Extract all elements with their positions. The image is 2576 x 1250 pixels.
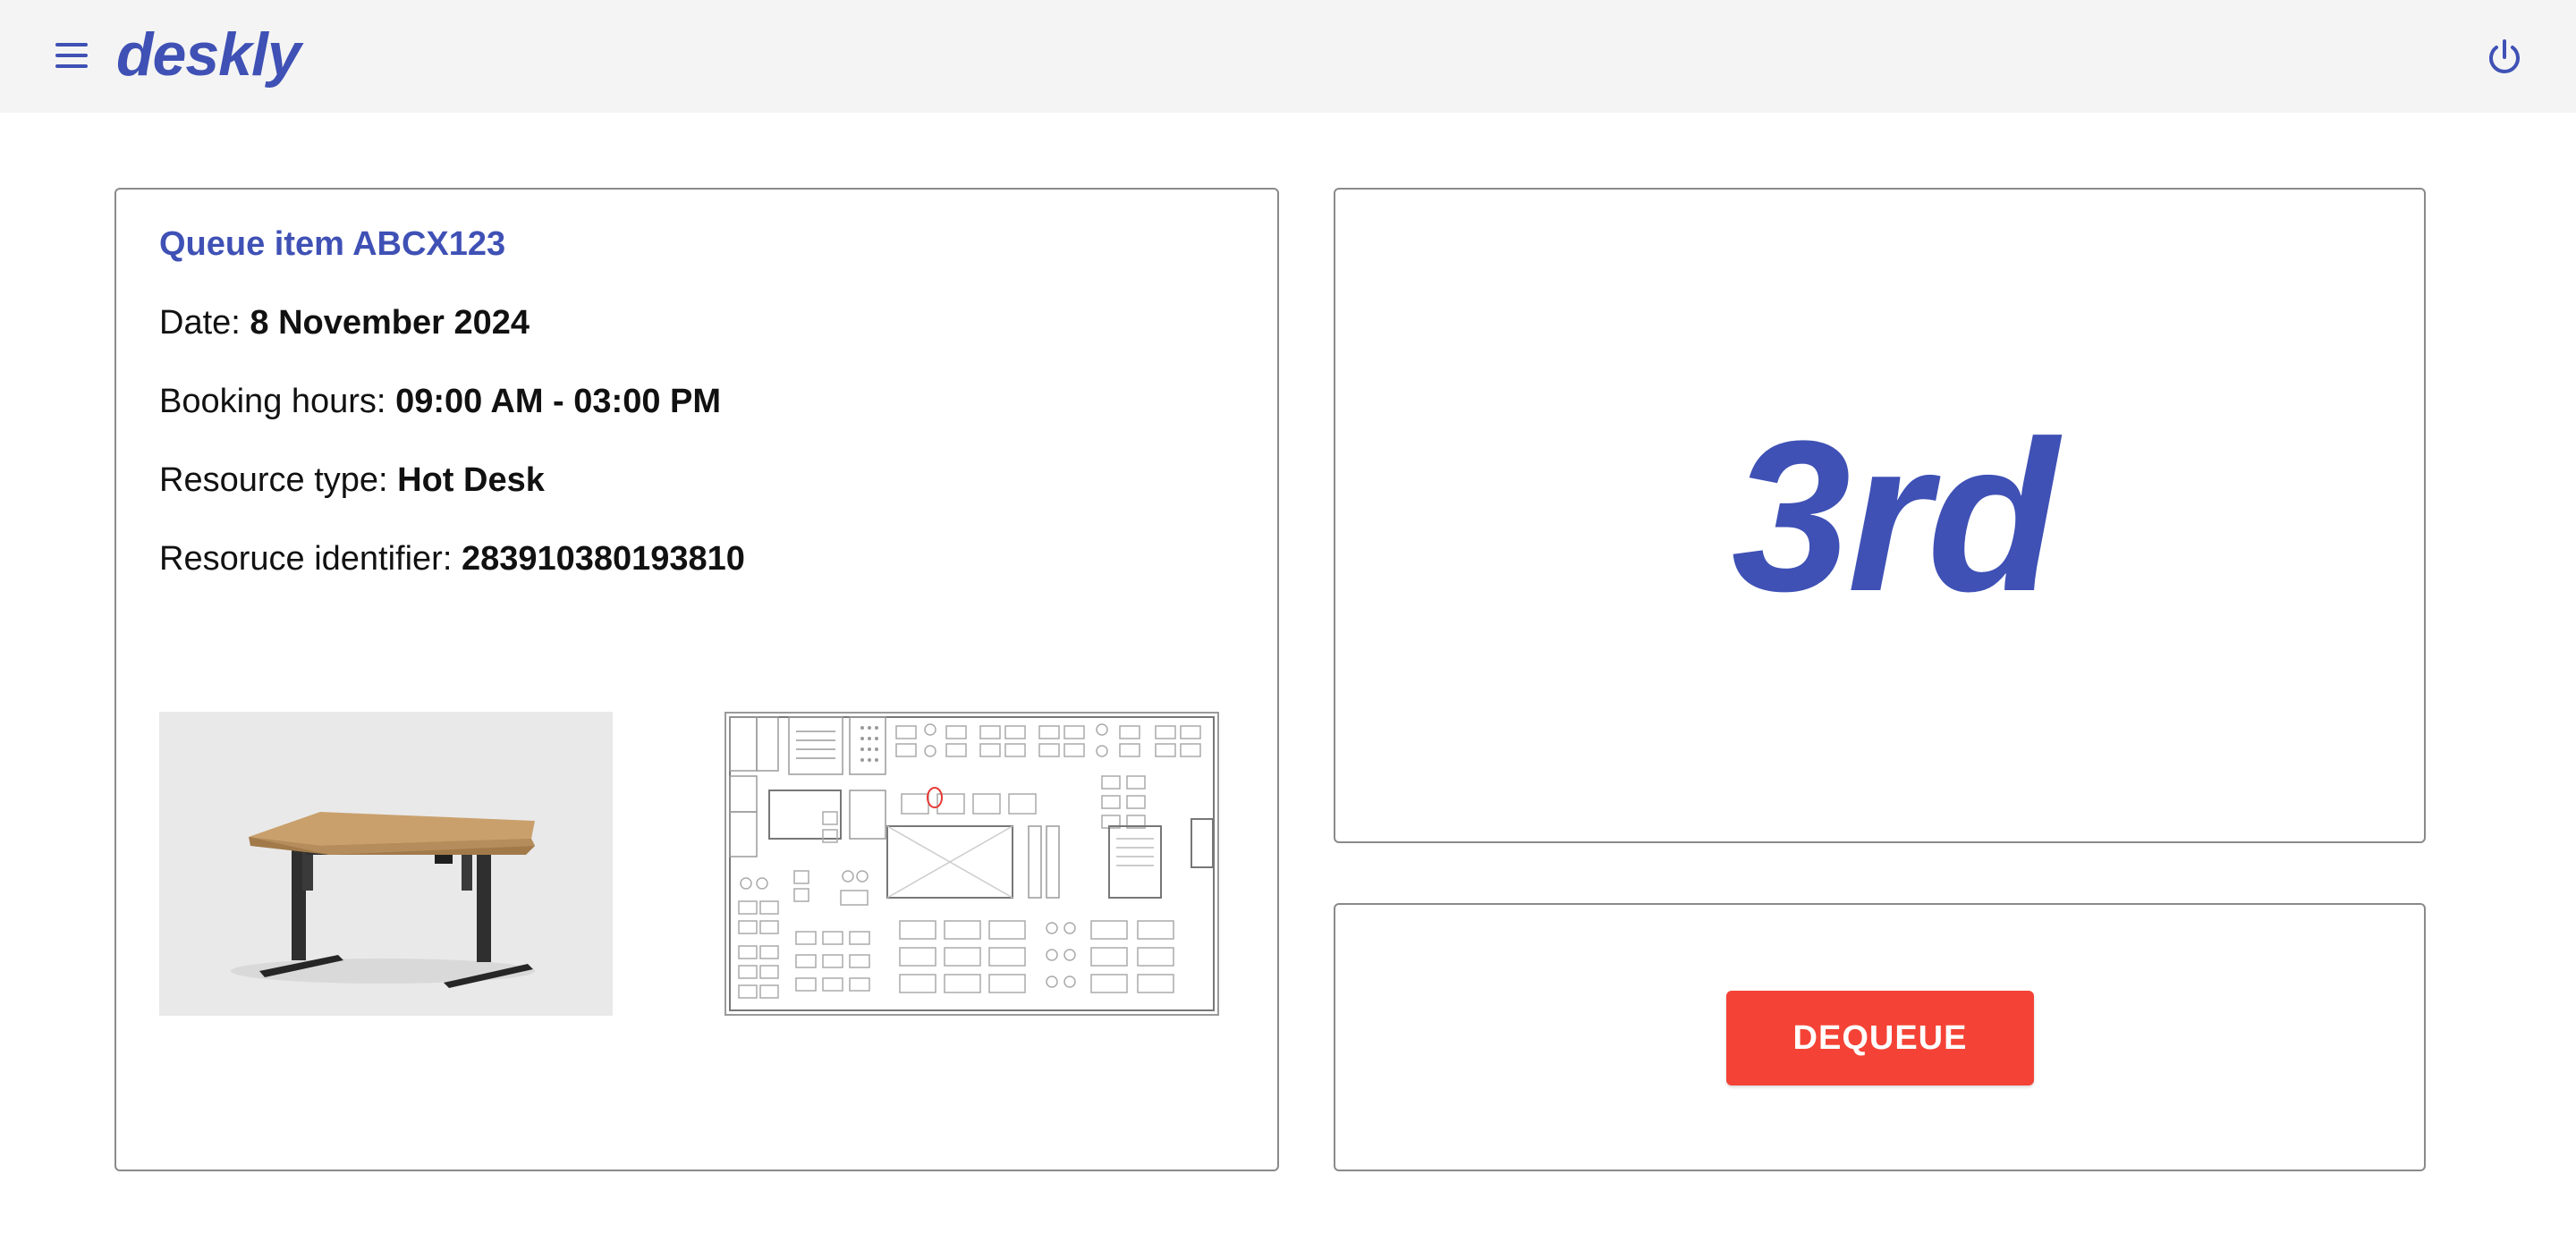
- resource-type-value: Hot Desk: [397, 461, 545, 499]
- queue-position-ordinal: 3rd: [1731, 395, 2058, 636]
- menu-icon[interactable]: [50, 39, 93, 72]
- resource-type-row: Resource type: Hot Desk: [159, 458, 545, 503]
- floor-plan-map: [724, 712, 1219, 1016]
- resource-identifier-label: Resoruce identifier:: [159, 540, 462, 578]
- resource-identifier-value: 283910380193810: [461, 540, 745, 578]
- date-row: Date: 8 November 2024: [159, 300, 530, 345]
- app-logo: deskly: [116, 21, 301, 89]
- queue-item-card: Queue item ABCX123 Date: 8 November 2024…: [114, 188, 1279, 1171]
- booking-hours-row: Booking hours: 09:00 AM - 03:00 PM: [159, 379, 721, 424]
- resource-type-label: Resource type:: [159, 461, 398, 499]
- date-label: Date:: [159, 304, 250, 342]
- dequeue-button[interactable]: DEQUEUE: [1726, 991, 2034, 1085]
- queue-item-title: Queue item ABCX123: [159, 225, 506, 263]
- desk-photo: [159, 712, 613, 1016]
- queue-position-card: 3rd: [1334, 188, 2426, 843]
- date-value: 8 November 2024: [250, 304, 530, 342]
- booking-hours-label: Booking hours:: [159, 383, 396, 420]
- queue-actions-card: DEQUEUE: [1334, 903, 2426, 1171]
- app-header: deskly: [0, 0, 2576, 113]
- power-icon[interactable]: [2481, 34, 2528, 80]
- resource-identifier-row: Resoruce identifier: 283910380193810: [159, 536, 745, 581]
- booking-hours-value: 09:00 AM - 03:00 PM: [395, 383, 722, 420]
